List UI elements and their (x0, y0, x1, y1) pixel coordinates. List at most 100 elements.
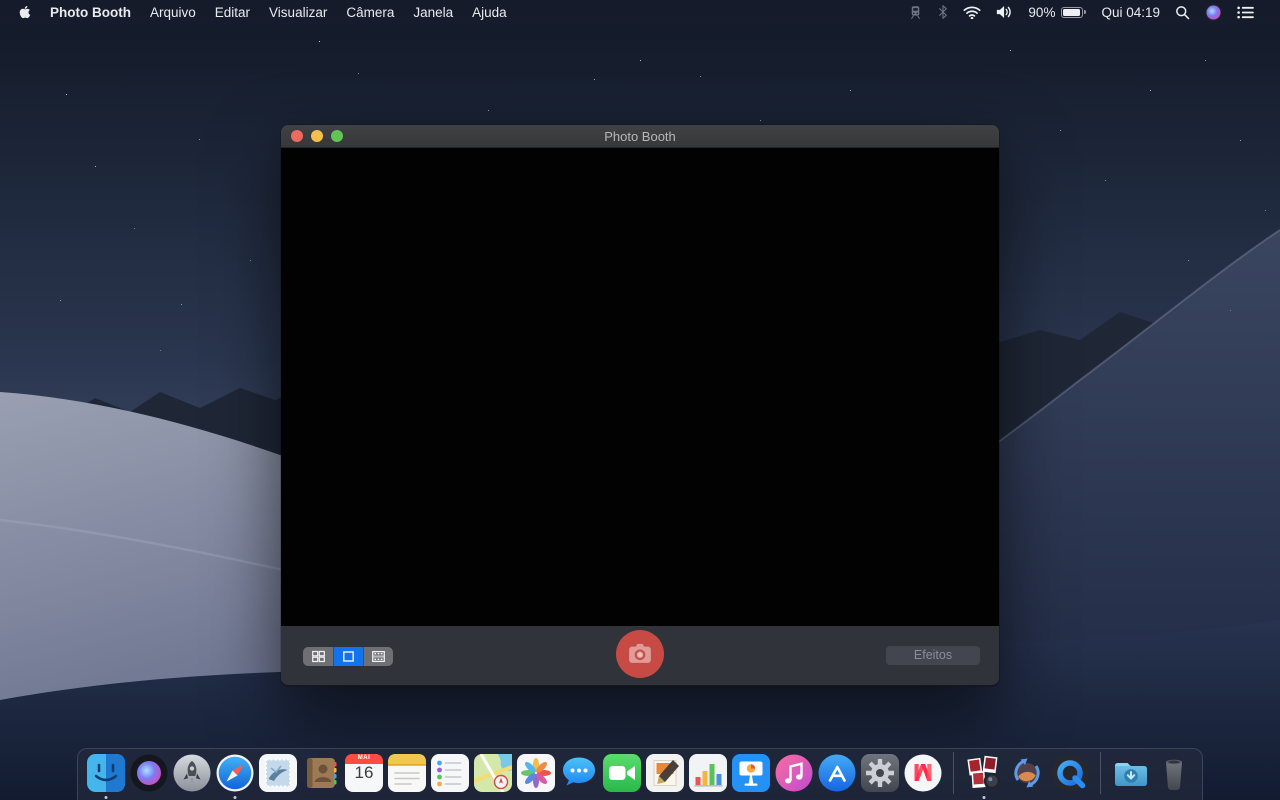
dock-item-itunes[interactable] (775, 754, 813, 792)
train-icon (911, 5, 921, 19)
siri-menu-button[interactable] (1205, 3, 1222, 21)
camera-shutter-icon (629, 643, 651, 663)
photo-booth-icon (967, 755, 1001, 789)
facetime-icon (603, 753, 641, 792)
minimize-button[interactable] (311, 130, 323, 142)
bluetooth-icon (939, 5, 948, 19)
take-photo-button[interactable] (616, 630, 664, 678)
menu-app-name[interactable]: Photo Booth (50, 5, 131, 20)
close-button[interactable] (291, 130, 303, 142)
siri-app-icon (130, 754, 168, 791)
menu-item-visualizar[interactable]: Visualizar (269, 5, 327, 20)
menu-item-arquivo[interactable]: Arquivo (150, 5, 196, 20)
zoom-button[interactable] (331, 130, 343, 142)
dock-separator (1100, 751, 1101, 794)
view-mode-segmented-control (303, 647, 393, 666)
dock-item-system-preferences[interactable] (861, 753, 899, 792)
calendar-month-label: MAI (357, 755, 371, 761)
effects-button[interactable]: Efeitos (886, 646, 980, 665)
bluetooth-status[interactable] (938, 4, 948, 20)
running-indicator (233, 795, 237, 799)
apple-menu[interactable] (18, 4, 32, 20)
wifi-status[interactable] (963, 5, 981, 19)
finder-icon (87, 753, 125, 792)
dock-item-finder[interactable] (87, 753, 125, 799)
dock-item-contacts[interactable] (302, 754, 340, 792)
menu-clock[interactable]: Qui 04:19 (1101, 5, 1160, 20)
menu-item-janela[interactable]: Janela (413, 5, 453, 20)
grid-view-icon (311, 650, 325, 663)
downloads-folder-icon (1115, 762, 1147, 786)
dock-item-mail[interactable] (259, 753, 297, 792)
running-indicator (982, 795, 986, 799)
dock-item-maps[interactable] (474, 753, 512, 792)
dock-item-trash[interactable] (1155, 754, 1193, 792)
maps-icon (474, 753, 512, 792)
dock-item-calendar[interactable]: MAI 16 (345, 753, 383, 792)
messages-icon (563, 757, 595, 785)
wifi-icon (963, 5, 981, 19)
apple-logo-icon (19, 5, 31, 19)
app-store-icon (818, 754, 856, 791)
dock-item-facetime[interactable] (603, 753, 641, 792)
dock-item-app-store[interactable] (818, 754, 856, 792)
menu-bar: Photo Booth Arquivo Editar Visualizar Câ… (0, 0, 1280, 24)
battery-icon (1061, 6, 1087, 18)
mail-icon (259, 753, 297, 792)
search-icon (1176, 5, 1190, 19)
dock-item-news[interactable] (904, 754, 942, 792)
menu-item-editar[interactable]: Editar (215, 5, 250, 20)
dock-item-siri[interactable] (130, 754, 168, 792)
launchpad-icon (173, 754, 211, 791)
dock-item-notes[interactable] (388, 753, 426, 792)
calendar-day-label: 16 (354, 762, 374, 782)
dock-item-reminders[interactable] (431, 753, 469, 792)
volume-icon (997, 6, 1012, 18)
filmstrip-view-icon (372, 651, 385, 663)
trash-icon (1166, 759, 1182, 790)
single-view-icon (343, 651, 354, 662)
quicktime-icon (1051, 754, 1089, 791)
dock-item-safari[interactable] (216, 754, 254, 799)
dock-item-pages[interactable] (646, 753, 684, 792)
photos-icon (517, 753, 555, 792)
safari-icon (216, 754, 254, 791)
dock-item-numbers[interactable] (689, 753, 727, 792)
keynote-icon (732, 753, 770, 792)
dock-item-downloads[interactable] (1112, 754, 1150, 792)
view-single-button[interactable] (333, 647, 363, 666)
dock: MAI 16 (77, 748, 1203, 800)
dock-item-keynote[interactable] (732, 753, 770, 792)
photo-booth-window: Photo Booth Efeitos (281, 125, 999, 686)
menu-item-ajuda[interactable]: Ajuda (472, 5, 507, 20)
dock-item-launchpad[interactable] (173, 754, 211, 792)
battery-status[interactable]: 90% (1028, 4, 1087, 20)
dock-item-messages[interactable] (560, 754, 598, 792)
view-filmstrip-button[interactable] (363, 647, 393, 666)
software-update-icon (1014, 758, 1040, 787)
numbers-icon (689, 753, 727, 792)
view-grid-button[interactable] (303, 647, 333, 666)
train-status-icon[interactable] (908, 4, 923, 21)
volume-status[interactable] (996, 5, 1013, 19)
camera-preview (281, 148, 999, 626)
system-preferences-icon (861, 753, 899, 792)
window-titlebar[interactable]: Photo Booth (281, 125, 999, 148)
window-toolbar: Efeitos (281, 626, 999, 685)
itunes-icon (775, 754, 813, 791)
dock-item-quicktime[interactable] (1051, 754, 1089, 792)
spotlight-button[interactable] (1175, 5, 1190, 20)
news-icon (904, 754, 942, 791)
siri-icon (1205, 3, 1222, 21)
battery-percent: 90% (1028, 4, 1056, 20)
window-title: Photo Booth (604, 128, 676, 144)
pages-icon (646, 753, 684, 792)
menu-item-camera[interactable]: Câmera (346, 5, 394, 20)
notification-center-button[interactable] (1237, 6, 1254, 19)
running-indicator (104, 795, 108, 799)
dock-item-photos[interactable] (517, 753, 555, 792)
reminders-icon (431, 753, 469, 792)
dock-item-photo-booth[interactable] (965, 754, 1003, 799)
dock-separator (953, 751, 954, 794)
dock-item-software-update[interactable] (1008, 754, 1046, 792)
